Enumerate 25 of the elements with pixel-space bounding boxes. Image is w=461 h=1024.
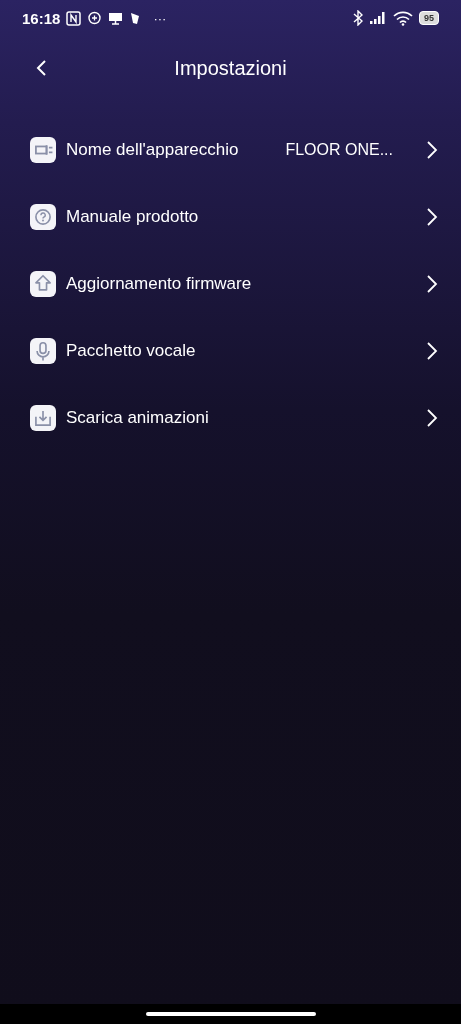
setting-label[interactable]: Manuale prodotto (66, 206, 415, 227)
bluetooth-icon (353, 10, 363, 26)
download-icon (30, 404, 56, 431)
setting-label[interactable]: Pacchetto vocale (66, 340, 415, 361)
voice-icon (30, 337, 56, 364)
setting-value: FLOOR ONE... (285, 140, 393, 159)
chevron-icon[interactable] (425, 406, 439, 429)
battery-level: 95 (419, 11, 439, 25)
help-icon (30, 203, 56, 230)
monitor-icon (108, 10, 124, 26)
setting-label[interactable]: Nome dell'apparecchio (66, 139, 276, 160)
setting-label[interactable]: Scarica animazioni (66, 407, 415, 428)
nfc-icon (66, 10, 82, 26)
setting-label[interactable]: Aggiornamento firmware (66, 273, 415, 294)
more-notifications: ··· (153, 10, 167, 26)
update-icon (30, 270, 56, 297)
chevron-icon[interactable] (425, 205, 439, 228)
chevron-icon[interactable] (425, 339, 439, 362)
signal-icon (369, 11, 387, 25)
chevron-icon[interactable] (425, 138, 439, 161)
device-icon (30, 136, 56, 163)
chevron-icon[interactable] (425, 272, 439, 295)
page-title: Impostazioni (174, 56, 287, 80)
status-time: 16:18 (22, 9, 61, 27)
wifi-icon (393, 10, 413, 26)
